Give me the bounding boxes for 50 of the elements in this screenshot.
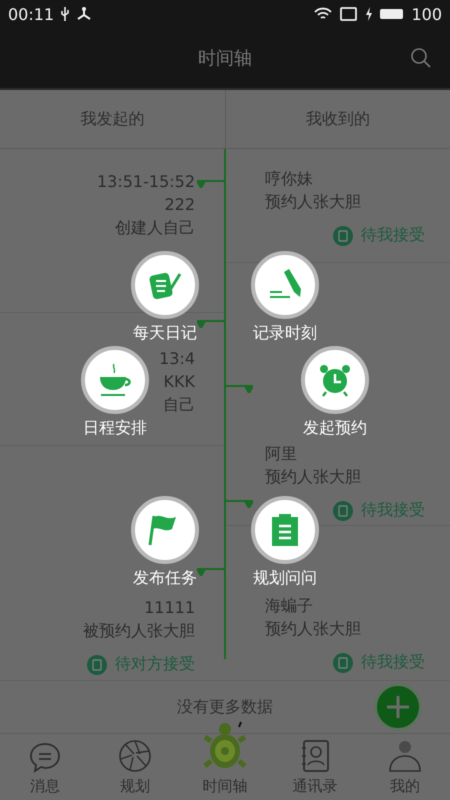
clipboard-icon	[270, 513, 300, 547]
timeline-connector	[225, 500, 253, 508]
status-time: 00:11	[8, 4, 54, 24]
event-title: 海蝙子	[265, 595, 313, 617]
timeline-connector	[197, 568, 225, 576]
document-icon	[333, 500, 353, 520]
nav-tab[interactable]: 时间轴	[180, 718, 270, 800]
screen-icon	[339, 6, 360, 22]
event-person: 被预约人张大胆	[83, 620, 195, 642]
nav-tab[interactable]: 消息	[0, 734, 90, 800]
event-person: 预约人张大胆	[265, 191, 361, 213]
charging-icon	[365, 7, 374, 21]
document-icon	[333, 226, 353, 246]
alarm-clock-icon	[318, 363, 352, 397]
event-title: 阿里	[265, 443, 297, 465]
event-status: 待我接受	[361, 500, 425, 521]
nav-tab[interactable]: 我的	[360, 734, 450, 800]
event-title: 222	[164, 194, 195, 216]
page-title: 时间轴	[198, 47, 252, 70]
timeline-connector	[197, 180, 225, 188]
chat-bubble-icon	[28, 741, 62, 773]
event-status: 待我接受	[361, 225, 425, 246]
event-title: 哼你妹	[265, 168, 313, 190]
event-title: KKK	[164, 371, 195, 393]
timeline-connector	[197, 320, 225, 328]
event-title: 11111	[144, 597, 195, 619]
event-time: 13:4	[159, 348, 195, 370]
person-icon	[388, 739, 422, 773]
event-time: 13:51-15:52	[97, 171, 195, 193]
contact-book-icon	[300, 739, 330, 773]
cup-icon	[98, 362, 132, 398]
search-icon[interactable]	[410, 47, 432, 69]
plus-icon	[386, 695, 410, 719]
timeline-connector	[225, 385, 253, 393]
aperture-icon	[118, 739, 152, 773]
no-more-data-text: 没有更多数据	[177, 696, 273, 718]
battery-icon	[379, 7, 406, 21]
usb-icon	[60, 6, 70, 22]
nav-tab[interactable]: 规划	[90, 734, 180, 800]
event-person: 预约人张大胆	[265, 618, 361, 640]
event-person: 自己	[163, 394, 195, 416]
document-icon	[87, 654, 107, 674]
event-person: 创建人自己	[115, 217, 195, 239]
share-icon	[76, 7, 92, 21]
event-status: 待对方接受	[115, 654, 195, 675]
nav-tab[interactable]: 通讯录	[270, 734, 360, 800]
battery-level: 100	[411, 4, 442, 24]
document-icon	[333, 652, 353, 672]
event-status: 待我接受	[361, 652, 425, 673]
event-person: 预约人张大胆	[265, 466, 361, 488]
